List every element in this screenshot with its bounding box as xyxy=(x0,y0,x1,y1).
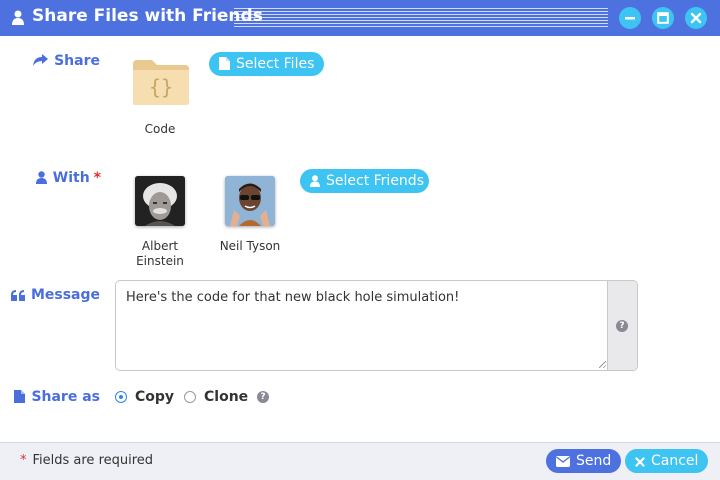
footer-bar: * Fields are required Send Cancel xyxy=(0,442,720,480)
share-label-text: Share xyxy=(54,53,100,69)
title-bar-grip[interactable] xyxy=(234,8,608,28)
avatar-albert-einstein-image xyxy=(135,176,185,226)
required-marker: * xyxy=(93,170,101,186)
send-label: Send xyxy=(576,453,612,469)
cancel-label: Cancel xyxy=(651,453,699,469)
radio-clone-label[interactable]: Clone xyxy=(204,389,248,405)
select-files-label: Select Files xyxy=(236,56,315,72)
required-fields-text: Fields are required xyxy=(32,453,154,468)
user-icon xyxy=(12,10,24,25)
avatar-albert-einstein[interactable] xyxy=(135,176,185,226)
quote-icon xyxy=(10,290,25,301)
user-icon xyxy=(35,171,47,184)
cancel-button[interactable]: Cancel xyxy=(625,449,708,473)
required-marker: * xyxy=(20,453,27,468)
share-label: Share xyxy=(33,53,100,69)
required-fields-note: * Fields are required xyxy=(20,453,153,468)
share-as-label: Share as xyxy=(14,389,100,405)
folder-code-icon[interactable]: {} xyxy=(132,58,190,106)
with-label-text: With xyxy=(52,170,90,186)
window-title: Share Files with Friends xyxy=(32,6,263,26)
help-icon[interactable]: ? xyxy=(257,391,269,403)
envelope-icon xyxy=(556,456,570,467)
file-name-code: Code xyxy=(144,122,176,136)
title-bar[interactable]: Share Files with Friends xyxy=(0,0,720,36)
svg-text:{}: {} xyxy=(149,75,173,99)
share-arrow-icon xyxy=(33,54,49,66)
send-button[interactable]: Send xyxy=(546,449,621,473)
help-icon[interactable]: ? xyxy=(616,320,628,332)
minimize-button[interactable] xyxy=(619,7,641,29)
close-icon xyxy=(635,457,645,467)
radio-clone[interactable] xyxy=(184,391,196,403)
message-help-panel: ? xyxy=(607,281,637,370)
maximize-button[interactable] xyxy=(652,7,674,29)
avatar-neil-tyson-image xyxy=(225,176,275,226)
with-label: With * xyxy=(35,170,101,186)
message-text: Here's the code for that new black hole … xyxy=(126,290,460,305)
resize-handle-icon[interactable] xyxy=(599,361,606,368)
radio-copy-label[interactable]: Copy xyxy=(135,389,174,405)
friend-name-neil-tyson: Neil Tyson xyxy=(219,239,281,253)
message-label: Message xyxy=(10,287,100,303)
file-icon xyxy=(219,57,230,70)
select-friends-label: Select Friends xyxy=(326,173,424,189)
close-button[interactable] xyxy=(685,7,707,29)
message-textarea[interactable]: Here's the code for that new black hole … xyxy=(115,280,638,371)
user-icon xyxy=(310,175,320,187)
maximize-icon xyxy=(657,12,669,24)
select-friends-button[interactable]: Select Friends xyxy=(300,169,429,193)
radio-copy[interactable] xyxy=(115,391,127,403)
file-icon xyxy=(14,390,26,403)
close-icon xyxy=(690,12,702,24)
share-files-window: Share Files with Friends Share {} Code S… xyxy=(0,0,720,480)
friend-name-albert-einstein: Albert Einstein xyxy=(136,239,184,268)
share-as-label-text: Share as xyxy=(31,389,100,405)
avatar-neil-tyson[interactable] xyxy=(225,176,275,226)
minimize-icon xyxy=(625,17,635,20)
select-files-button[interactable]: Select Files xyxy=(209,52,324,76)
message-label-text: Message xyxy=(30,287,100,303)
